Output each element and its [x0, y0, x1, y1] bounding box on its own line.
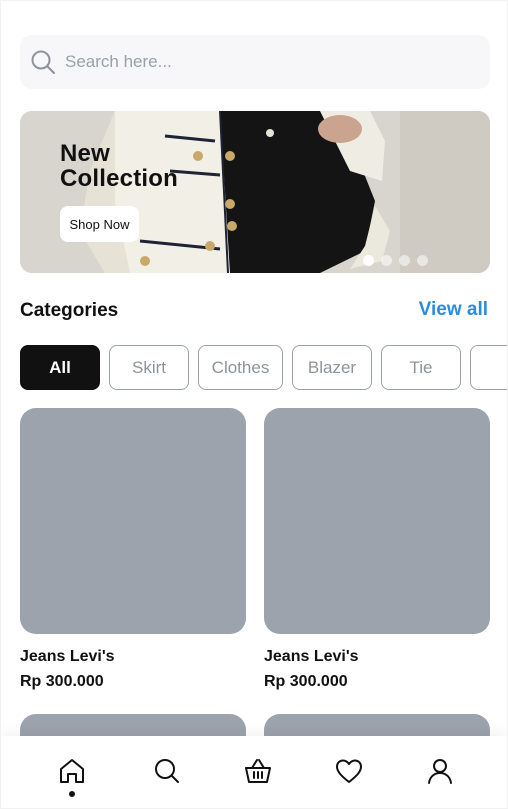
nav-profile[interactable] — [420, 751, 460, 791]
nav-wishlist[interactable] — [329, 751, 369, 791]
heart-icon — [336, 759, 362, 783]
user-icon — [428, 759, 452, 784]
carousel-indicator — [363, 255, 428, 266]
product-price: Rp 300.000 — [20, 673, 104, 690]
search-bar[interactable] — [20, 35, 490, 89]
bottom-navigation — [1, 736, 507, 808]
product-card[interactable]: Jeans Levi's Rp 300.000 — [264, 408, 490, 691]
shop-now-button[interactable]: Shop Now — [60, 206, 139, 242]
product-image — [20, 408, 246, 634]
carousel-dot-4[interactable] — [417, 255, 428, 266]
home-icon — [60, 759, 84, 783]
product-card[interactable]: Jeans Levi's Rp 300.000 — [20, 408, 246, 691]
carousel-dot-2[interactable] — [381, 255, 392, 266]
chip-more[interactable] — [470, 345, 507, 390]
chip-all[interactable]: All — [20, 345, 100, 390]
category-chips: All Skirt Clothes Blazer Tie — [20, 345, 507, 391]
chip-blazer[interactable]: Blazer — [292, 345, 372, 390]
search-input[interactable] — [65, 52, 465, 72]
banner-title: New Collection — [60, 140, 179, 192]
search-icon — [31, 50, 55, 74]
app-screen: New Collection Shop Now Categories View … — [0, 0, 508, 809]
chip-skirt[interactable]: Skirt — [109, 345, 189, 390]
promo-banner[interactable]: New Collection Shop Now — [20, 111, 490, 273]
carousel-dot-3[interactable] — [399, 255, 410, 266]
product-name: Jeans Levi's — [20, 648, 115, 665]
chip-tie[interactable]: Tie — [381, 345, 461, 390]
view-all-link[interactable]: View all — [419, 299, 488, 321]
carousel-dot-1[interactable] — [363, 255, 374, 266]
active-indicator — [69, 791, 75, 797]
nav-home[interactable] — [52, 751, 92, 791]
banner-image — [20, 111, 490, 273]
basket-icon — [245, 759, 271, 783]
product-image — [264, 408, 490, 634]
categories-heading: Categories — [20, 300, 119, 321]
chip-clothes[interactable]: Clothes — [198, 345, 283, 390]
product-name: Jeans Levi's — [264, 648, 359, 665]
product-price: Rp 300.000 — [264, 673, 348, 690]
search-icon — [155, 759, 179, 783]
nav-basket[interactable] — [238, 751, 278, 791]
nav-search[interactable] — [147, 751, 187, 791]
